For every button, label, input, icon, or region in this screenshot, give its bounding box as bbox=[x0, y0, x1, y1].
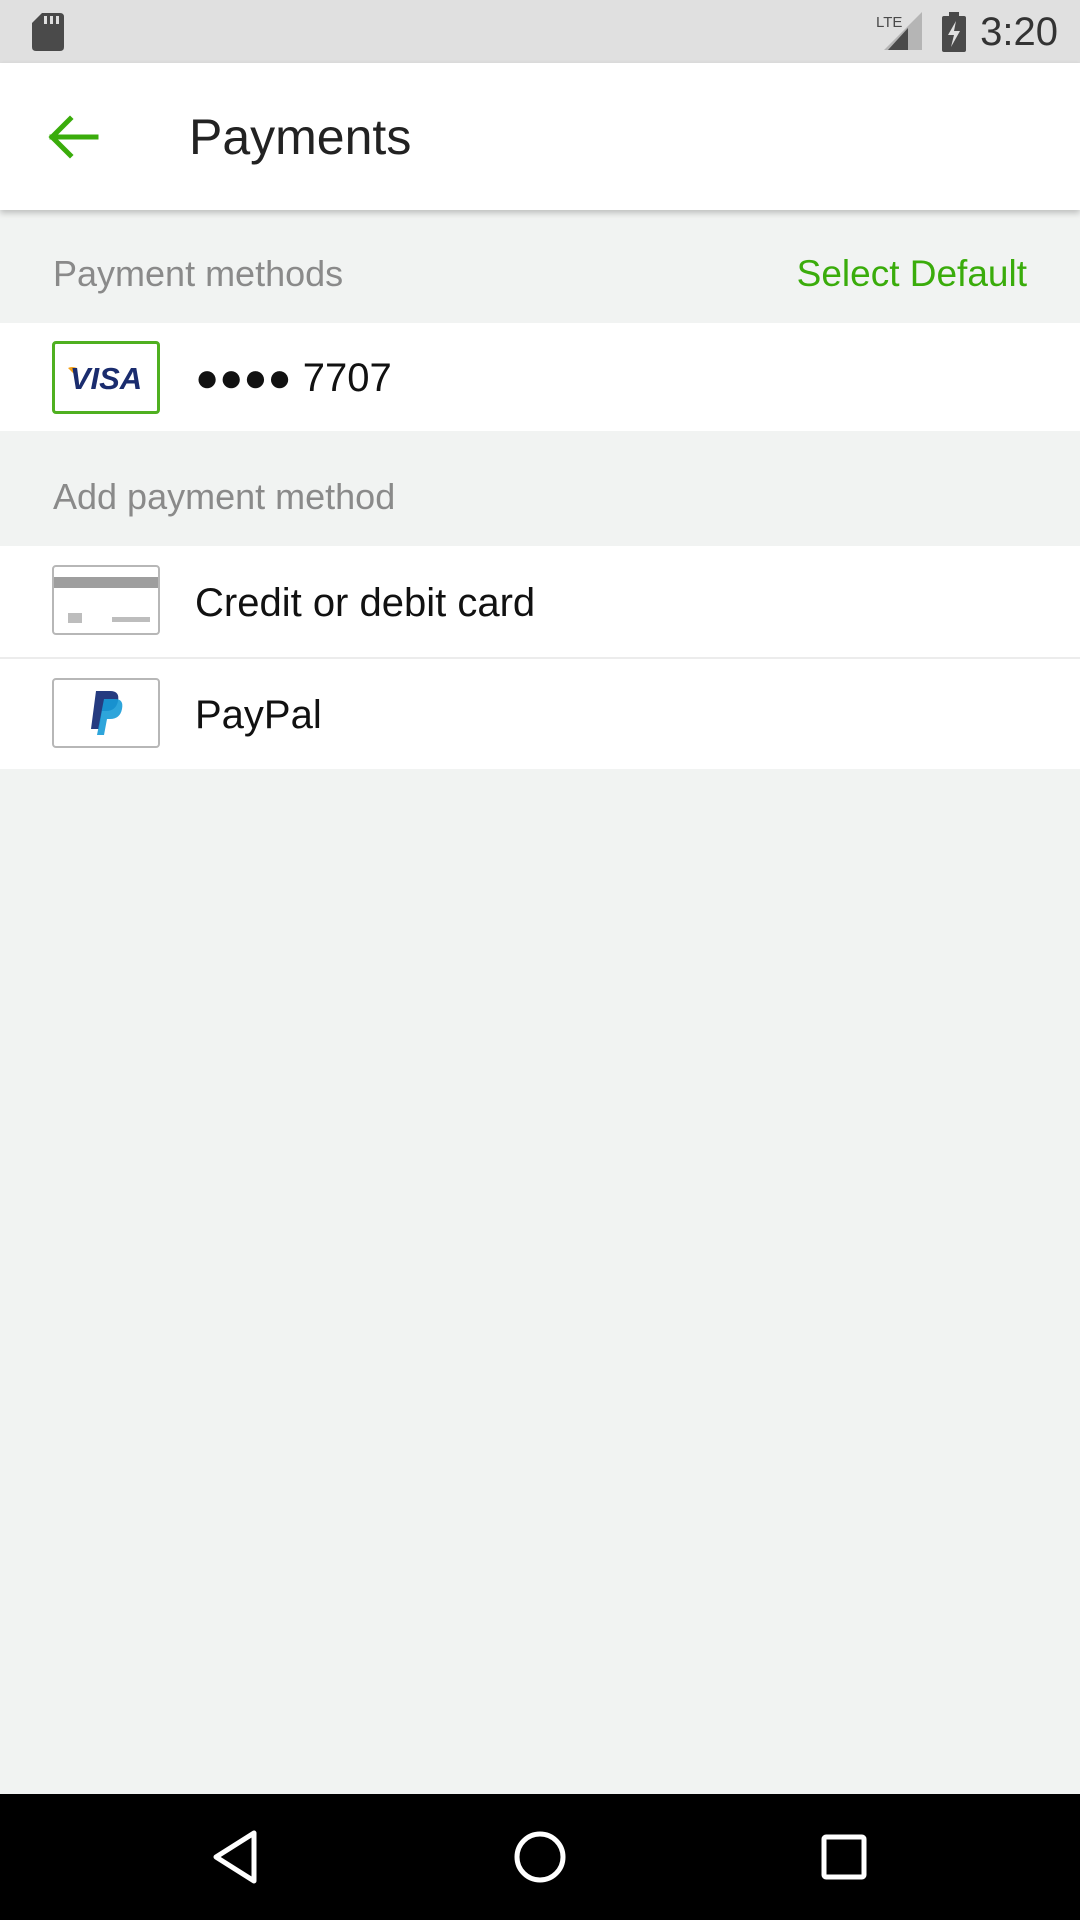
sd-card-icon bbox=[32, 13, 64, 51]
battery-charging-icon bbox=[942, 12, 966, 52]
lte-signal-icon: LTE bbox=[876, 12, 922, 50]
select-default-button[interactable]: Select Default bbox=[797, 254, 1027, 294]
system-nav-bar bbox=[0, 1794, 1080, 1920]
visa-brand-text: VISA bbox=[70, 361, 142, 396]
app-bar: Payments bbox=[0, 63, 1080, 210]
credit-card-option-row[interactable]: Credit or debit card bbox=[0, 546, 1080, 657]
paypal-option-row[interactable]: PayPal bbox=[0, 659, 1080, 769]
status-clock: 3:20 bbox=[980, 10, 1058, 54]
credit-card-icon bbox=[52, 565, 160, 635]
paypal-option-label: PayPal bbox=[195, 693, 322, 737]
paypal-logo-graphic bbox=[91, 691, 123, 735]
arrow-back-icon[interactable] bbox=[46, 113, 100, 161]
payment-methods-label: Payment methods bbox=[53, 253, 344, 294]
page-title: Payments bbox=[189, 109, 412, 165]
saved-card-row[interactable]: VISA ●●●● 7707 bbox=[0, 323, 1080, 431]
home-circle-icon[interactable] bbox=[510, 1827, 570, 1887]
add-payment-method-label: Add payment method bbox=[53, 476, 396, 517]
paypal-icon bbox=[52, 678, 160, 748]
back-triangle-icon[interactable] bbox=[206, 1827, 266, 1887]
lte-label: LTE bbox=[876, 14, 902, 31]
visa-card-icon: VISA bbox=[52, 341, 160, 414]
credit-card-option-label: Credit or debit card bbox=[195, 581, 536, 625]
masked-card-number: ●●●● 7707 bbox=[195, 356, 392, 400]
visa-logo-graphic: VISA bbox=[68, 361, 142, 396]
status-bar: LTE 3:20 bbox=[0, 0, 1080, 63]
add-payment-method-header: Add payment method bbox=[0, 431, 1080, 546]
recents-square-icon[interactable] bbox=[814, 1827, 874, 1887]
